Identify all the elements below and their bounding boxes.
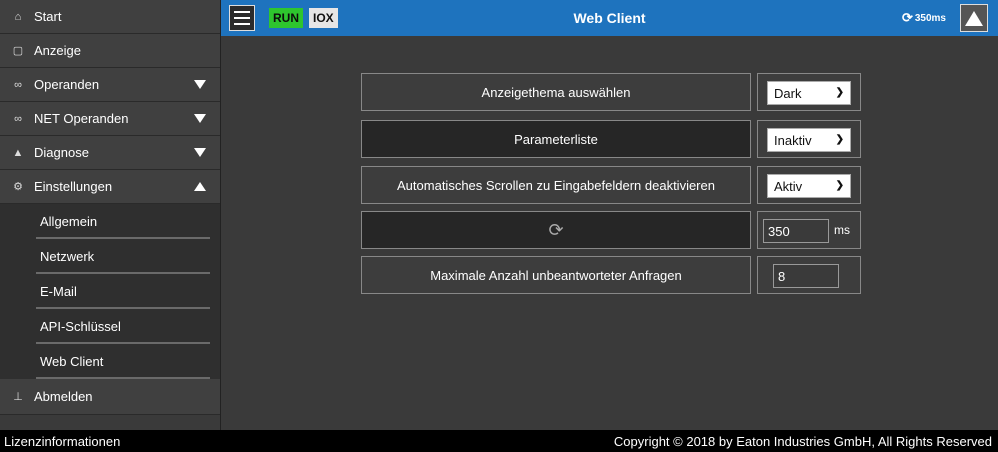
refresh-interval-input[interactable]: 350	[763, 219, 829, 243]
paramlist-select[interactable]: Inaktiv ❯	[767, 128, 851, 152]
chevron-up-icon	[194, 182, 206, 191]
setting-value-cell: Dark ❯	[757, 73, 861, 111]
setting-row-autoscroll: Automatisches Scrollen zu Eingabefeldern…	[361, 166, 861, 204]
setting-label: Automatisches Scrollen zu Eingabefeldern…	[361, 166, 751, 204]
sidebar-item-diagnose[interactable]: ▲ Diagnose	[0, 136, 220, 170]
select-value: Inaktiv	[774, 132, 812, 148]
setting-label: Anzeigethema auswählen	[361, 73, 751, 111]
link-icon: ∞	[14, 78, 22, 91]
select-value: Dark	[774, 85, 802, 101]
logout-icon: ⊥	[13, 391, 23, 403]
link-icon: ∞	[14, 112, 22, 125]
sidebar-item-label: Diagnose	[34, 145, 89, 160]
top-bar: RUN IOX Web Client ⟳ 350ms	[221, 0, 998, 36]
web-client-app: ⌂ Start ▢ Anzeige ∞ Operanden ∞ NET Oper…	[0, 0, 998, 452]
sidebar-subitem-label: Web Client	[40, 354, 104, 369]
sidebar-subitem-label: E-Mail	[40, 284, 77, 299]
autoscroll-select[interactable]: Aktiv ❯	[767, 174, 851, 198]
cycle-time-indicator: ⟳ 350ms	[902, 10, 946, 26]
setting-row-theme: Anzeigethema auswählen Dark ❯	[361, 73, 861, 111]
iox-status-badge: IOX	[309, 8, 338, 28]
sidebar-item-label: Abmelden	[34, 389, 93, 404]
hamburger-icon	[234, 11, 250, 13]
sidebar-item-label: NET Operanden	[34, 111, 129, 126]
sidebar-item-abmelden[interactable]: ⊥ Abmelden	[0, 379, 220, 415]
sidebar-item-label: Operanden	[34, 77, 100, 92]
triangle-up-icon	[965, 10, 983, 26]
setting-row-paramlist: Parameterliste Inaktiv ❯	[361, 120, 861, 158]
setting-value-cell: 8	[757, 256, 861, 294]
refresh-label-cell: ⟳	[361, 211, 751, 249]
sidebar: ⌂ Start ▢ Anzeige ∞ Operanden ∞ NET Oper…	[0, 0, 221, 430]
sidebar-subitem-allgemein[interactable]: Allgemein	[0, 204, 220, 239]
sidebar-subitem-label: Netzwerk	[40, 249, 95, 264]
setting-label: Parameterliste	[361, 120, 751, 158]
hamburger-icon	[234, 17, 250, 19]
setting-row-maxrequests: Maximale Anzahl unbeantworteter Anfragen…	[361, 256, 861, 294]
sidebar-item-net-operanden[interactable]: ∞ NET Operanden	[0, 102, 220, 136]
home-icon: ⌂	[14, 10, 22, 23]
sidebar-item-anzeige[interactable]: ▢ Anzeige	[0, 34, 220, 68]
sidebar-item-einstellungen[interactable]: ⚙ Einstellungen	[0, 170, 220, 204]
cycle-time-value: 350ms	[914, 12, 946, 24]
setting-value-cell: 350 ms	[757, 211, 861, 249]
chevron-down-icon: ❯	[835, 180, 844, 191]
chevron-down-icon	[194, 114, 206, 123]
scroll-up-button[interactable]	[960, 4, 988, 32]
refresh-icon: ⟳	[548, 219, 564, 240]
setting-row-refresh: ⟳ 350 ms	[361, 211, 861, 249]
copyright-text: Copyright © 2018 by Eaton Industries Gmb…	[613, 433, 992, 449]
warning-icon: ▲	[12, 146, 24, 159]
license-info-link[interactable]: Lizenzinformationen	[0, 434, 120, 449]
sidebar-subitem-web-client[interactable]: Web Client	[0, 344, 220, 379]
setting-value-cell: Inaktiv ❯	[757, 120, 861, 158]
sidebar-subitem-label: API-Schlüssel	[40, 319, 121, 334]
chevron-down-icon: ❯	[835, 87, 844, 98]
monitor-icon: ▢	[12, 45, 24, 57]
gear-icon: ⚙	[13, 181, 23, 193]
sidebar-subitem-email[interactable]: E-Mail	[0, 274, 220, 309]
setting-label: Maximale Anzahl unbeantworteter Anfragen	[361, 256, 751, 294]
chevron-down-icon	[194, 148, 206, 157]
sidebar-subitem-api-schluessel[interactable]: API-Schlüssel	[0, 309, 220, 344]
setting-value-cell: Aktiv ❯	[757, 166, 861, 204]
menu-toggle-button[interactable]	[229, 5, 255, 31]
sidebar-item-start[interactable]: ⌂ Start	[0, 0, 220, 34]
sidebar-item-label: Anzeige	[34, 43, 81, 58]
sidebar-subitem-netzwerk[interactable]: Netzwerk	[0, 239, 220, 274]
refresh-unit: ms	[834, 223, 850, 237]
chevron-down-icon: ❯	[835, 134, 844, 145]
sidebar-subitem-label: Allgemein	[40, 214, 98, 229]
max-requests-input[interactable]: 8	[773, 264, 839, 288]
theme-select[interactable]: Dark ❯	[767, 81, 851, 105]
refresh-icon: ⟳	[901, 10, 913, 25]
sidebar-item-label: Einstellungen	[34, 179, 113, 194]
chevron-down-icon	[194, 80, 206, 89]
sidebar-item-label: Start	[34, 9, 62, 24]
footer: Lizenzinformationen Copyright © 2018 by …	[0, 430, 998, 452]
sidebar-item-operanden[interactable]: ∞ Operanden	[0, 68, 220, 102]
select-value: Aktiv	[774, 178, 803, 194]
run-status-badge: RUN	[269, 8, 303, 28]
hamburger-icon	[234, 23, 250, 25]
